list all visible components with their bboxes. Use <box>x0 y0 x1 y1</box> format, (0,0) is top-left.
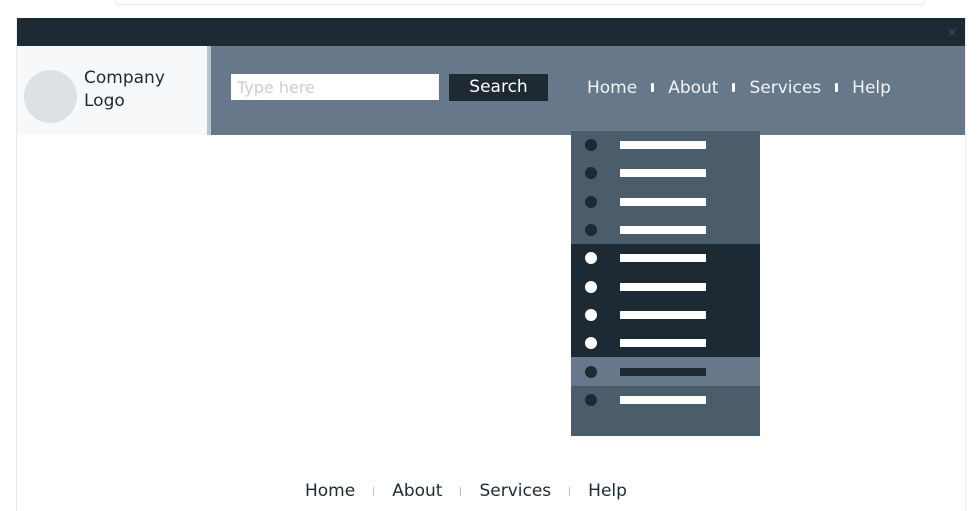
nav-separator <box>835 83 839 92</box>
footer-link-about[interactable]: About <box>392 481 442 501</box>
footer-separator <box>373 486 375 496</box>
bullet-icon <box>585 252 597 265</box>
company-logo-text: Company Logo <box>84 68 165 111</box>
bullet-icon <box>585 195 597 208</box>
title-bar: × <box>17 18 965 46</box>
close-icon[interactable]: × <box>947 24 957 40</box>
dropdown-item[interactable] <box>571 159 760 188</box>
company-logo-image <box>24 70 77 123</box>
dropdown-item[interactable] <box>571 357 760 386</box>
dropdown-item[interactable] <box>571 187 760 216</box>
bullet-icon <box>585 365 597 378</box>
app-window: × Company Logo Search Home About Service… <box>16 18 966 511</box>
dropdown-item-placeholder-text <box>620 169 706 178</box>
nav-link-services[interactable]: Services <box>749 78 821 98</box>
navigation-bar: Search Home About Services Help <box>207 46 965 135</box>
dropdown-item-placeholder-text <box>620 141 706 150</box>
dropdown-item-placeholder-text <box>620 367 706 376</box>
nav-separator <box>732 83 736 92</box>
dropdown-item-placeholder-text <box>620 197 706 206</box>
dropdown-item-placeholder-text <box>620 310 706 319</box>
bullet-icon <box>585 224 597 237</box>
brand-area: Company Logo <box>17 46 207 135</box>
dropdown-item-placeholder-text <box>620 282 706 291</box>
dropdown-item-placeholder-text <box>620 395 706 404</box>
dropdown-menu <box>571 131 760 436</box>
footer-link-help[interactable]: Help <box>588 481 627 501</box>
bullet-icon <box>585 308 597 321</box>
dropdown-item[interactable] <box>571 131 760 160</box>
nav-separator <box>651 83 655 92</box>
bullet-icon <box>585 337 597 350</box>
dropdown-item[interactable] <box>571 385 760 414</box>
background-window-edge <box>115 0 925 5</box>
search-input[interactable] <box>231 74 439 100</box>
main-nav: Home About Services Help <box>587 74 891 101</box>
footer-nav: Home About Services Help <box>305 478 627 504</box>
dropdown-item-placeholder-text <box>620 254 706 263</box>
bullet-icon <box>585 280 597 293</box>
dropdown-item-placeholder-text <box>620 339 706 348</box>
dropdown-item[interactable] <box>571 215 760 245</box>
nav-link-about[interactable]: About <box>668 78 718 98</box>
dropdown-item[interactable] <box>571 244 760 273</box>
bullet-icon <box>585 167 597 180</box>
footer-link-services[interactable]: Services <box>479 481 551 501</box>
bullet-icon <box>585 393 597 406</box>
search-button[interactable]: Search <box>449 74 548 101</box>
bullet-icon <box>585 139 597 152</box>
footer-separator <box>460 486 462 496</box>
dropdown-item[interactable] <box>571 329 760 358</box>
dropdown-item[interactable] <box>571 272 760 301</box>
nav-link-help[interactable]: Help <box>852 78 891 98</box>
nav-link-home[interactable]: Home <box>587 78 637 98</box>
dropdown-bottom-padding <box>571 413 760 436</box>
dropdown-item-placeholder-text <box>620 226 706 235</box>
footer-link-home[interactable]: Home <box>305 481 355 501</box>
footer-separator <box>569 486 571 496</box>
dropdown-item[interactable] <box>571 300 760 330</box>
